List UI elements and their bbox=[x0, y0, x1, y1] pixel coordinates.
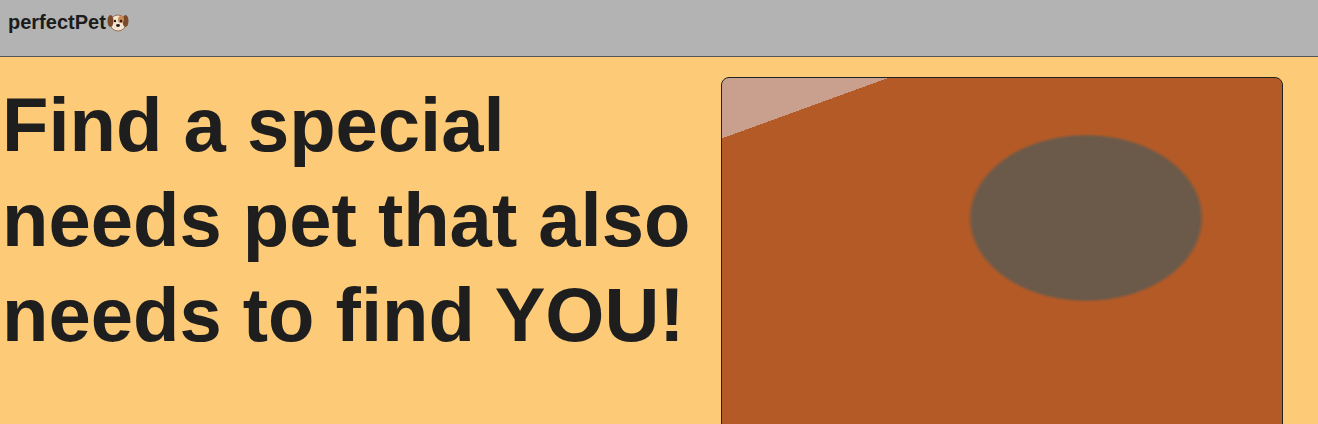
dog-photo bbox=[721, 77, 1283, 424]
top-bar: perfectPet bbox=[0, 0, 1318, 57]
logo-text: perfectPet bbox=[8, 11, 106, 34]
hero-section: Find a special needs pet that also needs… bbox=[0, 57, 1318, 424]
dog-face-icon bbox=[107, 12, 129, 32]
logo[interactable]: perfectPet bbox=[8, 11, 129, 46]
page: perfectPet Find a special needs pet that… bbox=[0, 0, 1318, 424]
hero-heading: Find a special needs pet that also needs… bbox=[2, 77, 700, 424]
